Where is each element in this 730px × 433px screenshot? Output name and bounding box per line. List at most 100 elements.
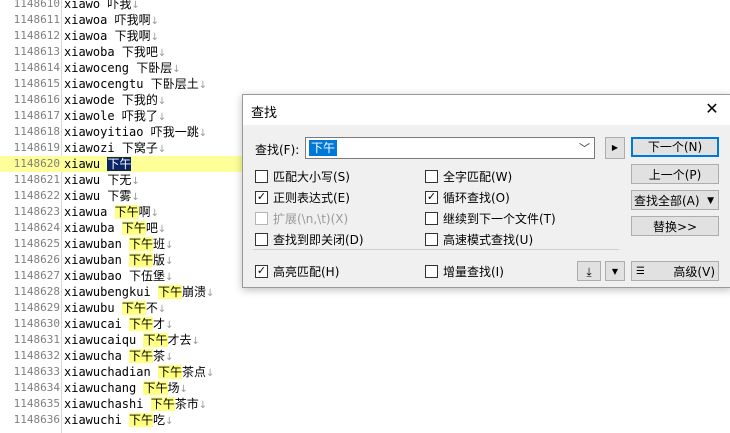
editor-line[interactable]: 1148613 xiawoba 下我吧↓ xyxy=(0,44,730,60)
editor-line[interactable]: 1148615 xiawocengtu 下卧层土↓ xyxy=(0,76,730,92)
editor-line[interactable]: 1148634 xiawuchang 下午场↓ xyxy=(0,380,730,396)
checkbox-box xyxy=(255,264,268,278)
editor-line[interactable]: 1148631 xiawucaiqu 下午才去↓ xyxy=(0,332,730,348)
word-text: 下卧层 xyxy=(136,61,173,75)
replace-expand-button[interactable]: 替换>> xyxy=(631,216,719,236)
separator xyxy=(122,237,129,251)
line-number: 1148617 xyxy=(13,109,60,122)
next-file-checkbox[interactable]: 继续到下一个文件(T) xyxy=(425,209,556,227)
line-number: 1148629 xyxy=(13,301,60,314)
pinyin-text: xiawubao xyxy=(64,269,122,283)
incremental-checkbox[interactable]: 增量查找(I) xyxy=(425,262,504,280)
word-text: 吃 xyxy=(153,413,166,427)
word-text: 场 xyxy=(167,381,180,395)
highlight-matches-checkbox[interactable]: 高亮匹配(H) xyxy=(255,262,339,280)
line-number: 1148627 xyxy=(13,269,60,282)
regex-label: 正则表达式(E) xyxy=(273,190,350,205)
word-text: 茶市 xyxy=(174,397,199,411)
match-case-label: 匹配大小写(S) xyxy=(273,169,350,184)
editor-line[interactable]: 1148630 xiawucai 下午才↓ xyxy=(0,316,730,332)
pinyin-text: xiawu xyxy=(64,189,101,203)
word-text: 吓我一跳 xyxy=(150,125,199,139)
word-text: 版 xyxy=(153,253,166,267)
dropdown-icon[interactable]: ▼ xyxy=(605,261,625,281)
line-number: 1148610 xyxy=(13,0,60,10)
line-end-marker: ↓ xyxy=(165,272,174,283)
incremental-label: 增量查找(I) xyxy=(443,264,504,279)
editor-line[interactable]: 1148635 xiawuchashi 下午茶市↓ xyxy=(0,396,730,412)
pinyin-text: xiawoa xyxy=(64,13,108,27)
line-end-marker: ↓ xyxy=(165,240,174,251)
line-number: 1148631 xyxy=(13,333,60,346)
line-number: 1148623 xyxy=(13,205,60,218)
close-on-find-checkbox[interactable]: 查找到即关闭(D) xyxy=(255,230,364,248)
editor-line[interactable]: 1148614 xiawoceng 下卧层↓ xyxy=(0,60,730,76)
checkbox-box xyxy=(425,169,438,183)
next-file-label: 继续到下一个文件(T) xyxy=(443,211,556,226)
extended-label: 扩展(\n,\t)(X) xyxy=(273,211,349,226)
checkbox-box xyxy=(425,211,438,225)
chevron-down-icon[interactable]: ﹀ xyxy=(579,140,590,156)
line-end-marker: ↓ xyxy=(150,208,160,219)
editor-line[interactable]: 1148636 xiawuchi 下午吃↓ xyxy=(0,412,730,428)
line-end-marker: ↓ xyxy=(205,368,215,379)
separator xyxy=(122,253,129,267)
editor-line[interactable]: 1148610 xiawo 吓我↓ xyxy=(0,0,730,12)
pinyin-text: xiawuban xyxy=(64,237,122,251)
pinyin-text: xiawoa xyxy=(64,29,108,43)
checkbox-box xyxy=(425,232,438,246)
line-end-marker: ↓ xyxy=(205,288,215,299)
pinyin-text: xiawocengtu xyxy=(64,77,144,91)
separator xyxy=(143,397,150,411)
find-all-button[interactable]: 查找全部(A) ▼ xyxy=(631,190,719,210)
line-end-marker: ↓ xyxy=(131,192,140,203)
wrap-around-checkbox[interactable]: 循环查找(O) xyxy=(425,188,510,206)
regex-checkbox[interactable]: 正则表达式(E) xyxy=(255,188,350,206)
highlighted-match: 下午 xyxy=(129,413,154,427)
line-end-marker: ↓ xyxy=(198,128,208,139)
highlighted-match: 下午 xyxy=(143,333,168,347)
match-case-checkbox[interactable]: 匹配大小写(S) xyxy=(255,167,350,185)
pinyin-text: xiawuchang xyxy=(64,381,137,395)
line-number: 1148618 xyxy=(13,125,60,138)
word-text: 下无 xyxy=(107,173,132,187)
dialog-title: 查找 xyxy=(251,106,278,121)
word-text: 才 xyxy=(153,317,166,331)
highlighted-match: 下午 xyxy=(157,365,182,379)
whole-word-checkbox[interactable]: 全字匹配(W) xyxy=(425,167,512,185)
word-text: 下我啊 xyxy=(114,29,151,43)
find-input[interactable]: 下午 ﹀ xyxy=(305,137,595,159)
download-icon[interactable]: ⤓ xyxy=(577,261,601,281)
find-next-button[interactable]: 下一个(N) xyxy=(631,137,719,157)
editor-line[interactable]: 1148633 xiawuchadian 下午茶点↓ xyxy=(0,364,730,380)
line-text: xiawu 下午 xyxy=(64,156,132,172)
editor-line[interactable]: 1148632 xiawucha 下午茶↓ xyxy=(0,348,730,364)
divider xyxy=(253,249,619,250)
pinyin-text: xiawoba xyxy=(64,45,115,59)
fast-mode-checkbox[interactable]: 高速模式查找(U) xyxy=(425,230,533,248)
line-number: 1148636 xyxy=(13,413,60,426)
highlighted-match: 下午 xyxy=(121,301,146,315)
highlighted-match: 下午 xyxy=(157,285,182,299)
line-end-marker: ↓ xyxy=(165,352,174,363)
editor-line[interactable]: 1148611 xiawoa 吓我啊↓ xyxy=(0,12,730,28)
line-end-marker: ↓ xyxy=(157,304,167,315)
line-end-marker: ↓ xyxy=(198,400,208,411)
chevron-down-icon[interactable]: ▼ xyxy=(707,191,714,211)
close-icon[interactable]: ✕ xyxy=(703,100,721,118)
word-text: 不 xyxy=(145,301,158,315)
line-number: 1148611 xyxy=(13,13,60,26)
dialog-titlebar[interactable]: 查找 ✕ xyxy=(243,95,730,125)
history-arrow-button[interactable]: ▶ xyxy=(605,137,625,159)
separator xyxy=(122,349,129,363)
find-previous-button[interactable]: 上一个(P) xyxy=(631,164,719,184)
separator xyxy=(151,365,158,379)
editor-line[interactable]: 1148629 xiawubu 下午不↓ xyxy=(0,300,730,316)
word-text: 茶点 xyxy=(181,365,206,379)
pinyin-text: xiawubengkui xyxy=(64,285,151,299)
line-end-marker: ↓ xyxy=(131,176,140,187)
advanced-button[interactable]: ☰ 高级(V) xyxy=(631,261,719,281)
pinyin-text: xiawubu xyxy=(64,301,115,315)
separator xyxy=(143,125,150,139)
editor-line[interactable]: 1148612 xiawoa 下我啊↓ xyxy=(0,28,730,44)
